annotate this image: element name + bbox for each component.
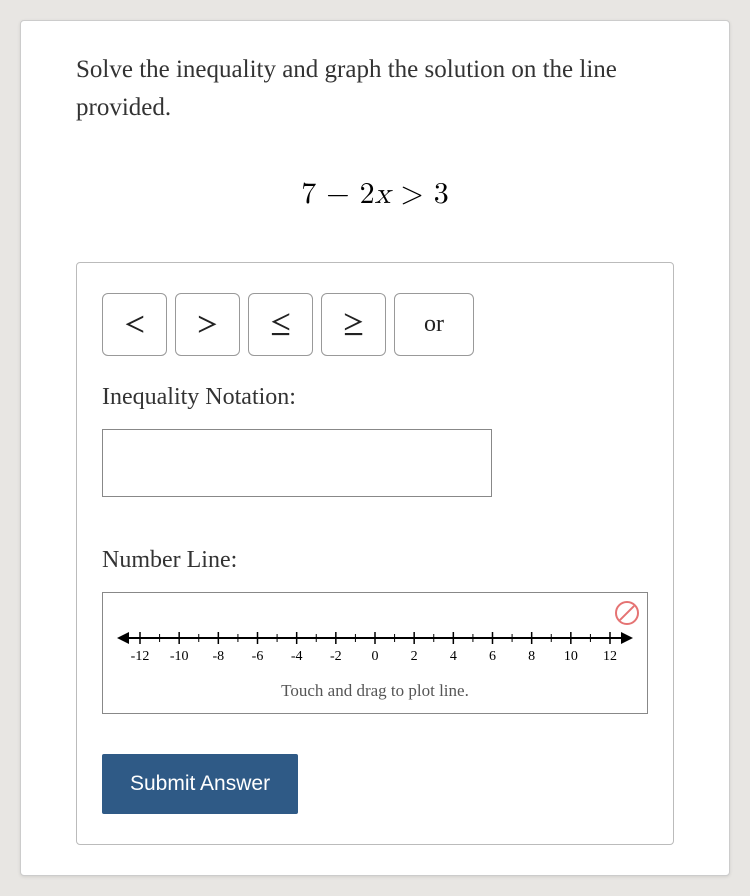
tick-label: -2 [330, 649, 342, 664]
eq-var: x [375, 179, 391, 209]
ticks-group: -12 -10 -8 -6 -4 -2 0 2 4 6 8 10 12 [131, 632, 617, 664]
inequality-notation-input[interactable] [102, 429, 492, 497]
le-button[interactable]: ≤ [248, 293, 313, 356]
eq-term-c: 3 [434, 179, 449, 209]
lt-button[interactable]: < [102, 293, 167, 356]
inequality-expression: 7 − 2x > 3 [76, 176, 674, 212]
ge-button[interactable]: ≥ [321, 293, 386, 356]
arrow-left-icon [117, 632, 129, 644]
problem-prompt: Solve the inequality and graph the solut… [76, 51, 674, 126]
eq-term-b: 2 [360, 179, 375, 209]
tick-label: 0 [372, 649, 379, 664]
number-line-label: Number Line: [102, 547, 648, 574]
gt-button[interactable]: > [175, 293, 240, 356]
clear-icon[interactable] [615, 601, 639, 625]
tick-label: -6 [252, 649, 264, 664]
inequality-notation-label: Inequality Notation: [102, 384, 648, 411]
number-line-box[interactable]: -12 -10 -8 -6 -4 -2 0 2 4 6 8 10 12 Touch and drag t… [102, 592, 648, 714]
tick-label: -10 [170, 649, 189, 664]
or-button[interactable]: or [394, 293, 474, 356]
problem-card: Solve the inequality and graph the solut… [20, 20, 730, 876]
eq-term-a: 7 [301, 179, 316, 209]
tick-label: -4 [291, 649, 303, 664]
tick-label: 6 [489, 649, 496, 664]
eq-minus: − [326, 179, 349, 209]
problem-inner: Solve the inequality and graph the solut… [21, 21, 729, 875]
answer-area: < > ≤ ≥ or Inequality Notation: Number L… [76, 262, 674, 845]
tick-label: -12 [131, 649, 150, 664]
number-line-hint: Touch and drag to plot line. [115, 681, 635, 701]
tick-label: 12 [603, 649, 617, 664]
number-line-svg[interactable]: -12 -10 -8 -6 -4 -2 0 2 4 6 8 10 12 [115, 613, 635, 673]
submit-answer-button[interactable]: Submit Answer [102, 754, 298, 814]
tick-label: -8 [212, 649, 224, 664]
eq-rel: > [400, 179, 423, 209]
tick-label: 2 [411, 649, 418, 664]
arrow-right-icon [621, 632, 633, 644]
symbol-row: < > ≤ ≥ or [102, 293, 648, 356]
tick-label: 4 [450, 649, 457, 664]
tick-label: 10 [564, 649, 578, 664]
tick-label: 8 [528, 649, 535, 664]
